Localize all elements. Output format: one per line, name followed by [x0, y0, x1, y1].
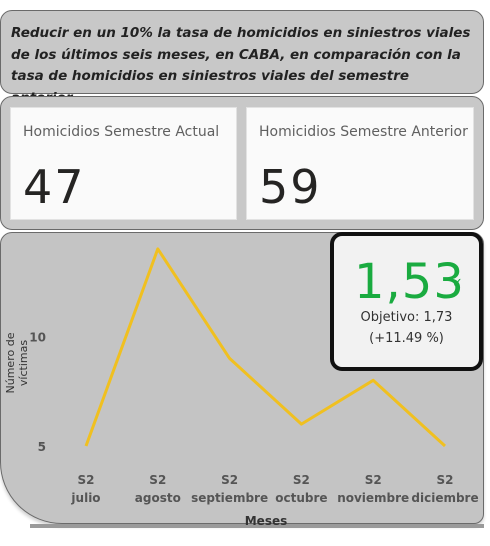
kpi-goal: Objetivo: 1,73 [360, 310, 453, 325]
x-tick-label: julio [70, 491, 100, 505]
kpi-delta: (+11.49 %) [369, 331, 444, 346]
check-icon: ✓ [452, 276, 463, 291]
kpi-value: 1,53 [354, 254, 465, 310]
x-axis-title: Meses [244, 514, 288, 528]
x-tick-label: S2 [149, 473, 166, 487]
x-tick-label: S2 [293, 473, 310, 487]
x-tick-label: septiembre [191, 491, 268, 505]
y-axis-title: Número de víctimas [4, 332, 30, 394]
kpi-card[interactable]: 1,53 ✓ Objetivo: 1,73 (+11.49 %) [330, 232, 483, 371]
x-tick-label: S2 [437, 473, 454, 487]
y-tick-label: 5 [38, 440, 46, 454]
x-tick-label: S2 [365, 473, 382, 487]
x-tick-label: noviembre [337, 491, 409, 505]
x-tick-label: S2 [78, 473, 95, 487]
x-tick-label: diciembre [411, 491, 478, 505]
x-tick-label: S2 [221, 473, 238, 487]
x-tick-label: agosto [135, 491, 181, 505]
y-tick-label: 10 [29, 331, 46, 345]
x-tick-label: octubre [275, 491, 327, 505]
